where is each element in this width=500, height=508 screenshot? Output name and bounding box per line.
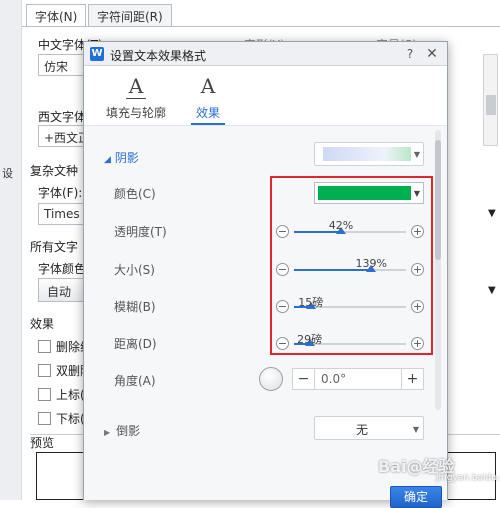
angle-label: 角度(A) <box>114 374 156 388</box>
shadow-section-toggle[interactable]: ◢ 阴影 <box>104 149 139 166</box>
tab-character-spacing[interactable]: 字符间距(R) <box>88 4 172 26</box>
angle-increase-button[interactable]: + <box>401 369 423 389</box>
reflection-section-toggle[interactable]: ▶ 倒影 <box>104 422 140 439</box>
size-list-scroll-thumb[interactable] <box>486 95 496 115</box>
panel-scroll-thumb[interactable] <box>435 140 441 260</box>
highlight-annotation-box <box>270 176 433 355</box>
complex-font-value: Times <box>44 207 80 221</box>
double-strikethrough-checkbox[interactable] <box>38 364 51 377</box>
wps-app-icon: W <box>90 47 104 61</box>
complex-size-dropdown-icon[interactable]: ▼ <box>488 208 496 219</box>
help-icon[interactable]: ? <box>401 45 419 63</box>
font-color-auto-label: 自动 <box>47 285 72 299</box>
angle-stepper[interactable]: − 0.0° + <box>292 368 424 390</box>
dialog-title: 设置文本效果格式 <box>110 49 207 63</box>
tab-fill-and-outline[interactable]: A 填充与轮廓 <box>104 74 168 121</box>
tab-font[interactable]: 字体(N) <box>26 4 87 26</box>
superscript-checkbox[interactable] <box>38 388 51 401</box>
fill-outline-icon: A <box>128 74 144 98</box>
ok-button[interactable]: 确定 <box>390 486 442 508</box>
distance-label: 距离(D) <box>114 337 157 351</box>
left-strip: 设 <box>0 0 22 500</box>
western-font-field[interactable]: +西文正 <box>38 125 84 147</box>
subscript-checkbox[interactable] <box>38 412 51 425</box>
chinese-font-value: 仿宋 <box>44 60 69 74</box>
complex-script-label: 复杂文种 <box>30 164 79 178</box>
tab-fill-and-outline-label: 填充与轮廓 <box>105 106 166 120</box>
tab-effects[interactable]: A 效果 <box>188 74 228 121</box>
font-color-auto-button[interactable]: 自动 <box>38 278 84 302</box>
complex-font-field[interactable]: Times <box>38 203 84 225</box>
tab-character-spacing-label: 字符间距(R) <box>97 10 163 24</box>
angle-value[interactable]: 0.0° <box>321 372 346 386</box>
complex-font-label: 字体(F): <box>38 186 83 200</box>
size-list-scrollbar[interactable] <box>483 54 498 146</box>
reflection-label: 倒影 <box>116 424 141 438</box>
effects-label: 效果 <box>30 317 55 331</box>
blur-label: 模糊(B) <box>114 300 156 314</box>
fill-outline-icon-underline <box>126 98 146 99</box>
shadow-preset-swatch <box>323 147 411 161</box>
angle-knob[interactable] <box>259 367 283 391</box>
underline-dropdown-icon[interactable]: ▼ <box>488 285 496 296</box>
shadow-label: 阴影 <box>114 151 139 165</box>
shadow-preset-dropdown[interactable]: ▼ <box>314 142 424 166</box>
western-font-label: 西文字体 <box>38 110 87 124</box>
angle-decrease-button[interactable]: − <box>293 369 315 389</box>
all-text-label: 所有文字 <box>30 240 79 254</box>
preview-label: 预览 <box>30 436 55 450</box>
collapsed-triangle-icon: ▶ <box>104 428 111 437</box>
subscript-label: 下标( <box>56 412 85 426</box>
close-icon[interactable]: ✕ <box>423 45 441 63</box>
reflection-dropdown[interactable]: 无 ▼ <box>314 416 424 440</box>
strikethrough-checkbox[interactable] <box>38 340 51 353</box>
panel-scrollbar[interactable] <box>435 130 441 410</box>
expanded-triangle-icon: ◢ <box>104 155 111 165</box>
size-label: 大小(S) <box>114 263 155 277</box>
left-strip-text: 设 <box>2 167 13 180</box>
chinese-font-field[interactable]: 仿宋 <box>38 54 84 76</box>
superscript-label: 上标( <box>56 388 85 402</box>
western-font-value: +西文正 <box>44 131 83 145</box>
tab-divider <box>22 26 500 27</box>
chevron-down-icon: ▼ <box>412 425 419 434</box>
dialog-titlebar[interactable]: W 设置文本效果格式 ? ✕ <box>84 42 447 66</box>
reflection-value: 无 <box>355 423 368 437</box>
watermark-subtext: jingyan.baidu.com <box>436 473 500 483</box>
font-color-label: 字体颜色 <box>38 262 87 276</box>
shadow-color-label: 颜色(C) <box>114 187 156 201</box>
transparency-label: 透明度(T) <box>114 225 167 239</box>
effects-icon: A <box>200 74 216 98</box>
tab-font-label: 字体(N) <box>35 10 78 24</box>
chevron-down-icon: ▼ <box>413 150 420 159</box>
tab-effects-label: 效果 <box>195 106 220 120</box>
